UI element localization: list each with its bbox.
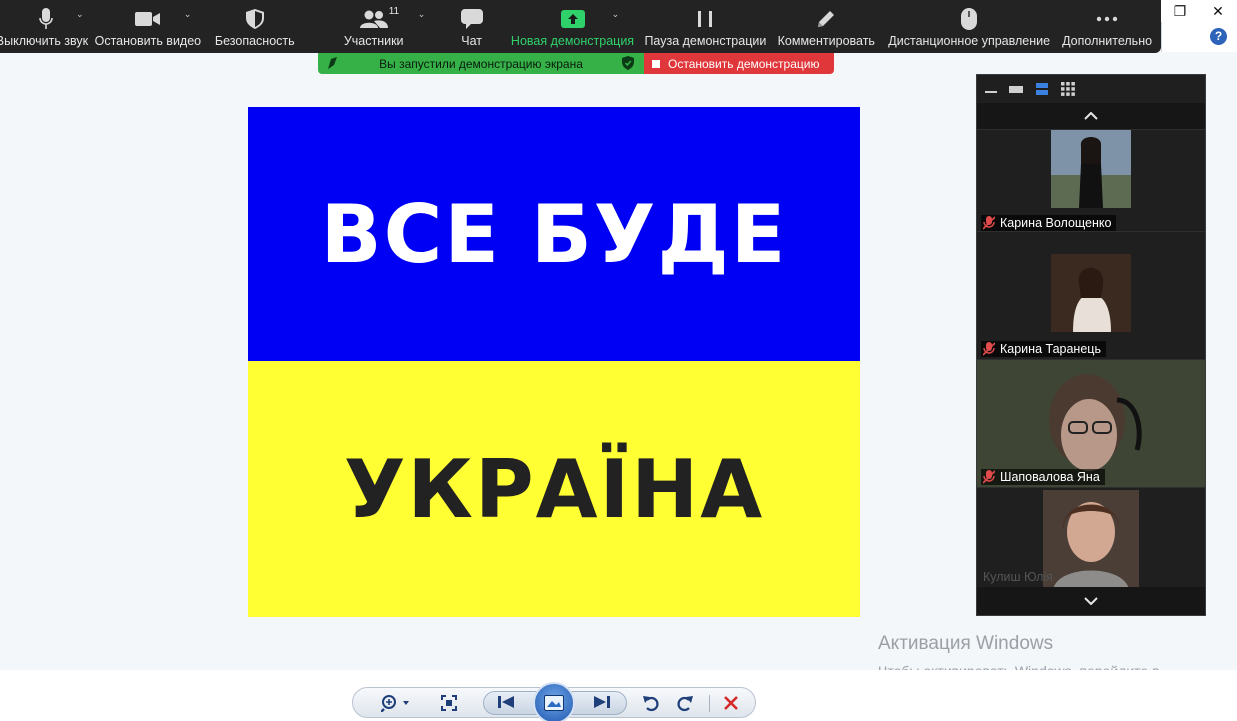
scroll-up-button[interactable] — [977, 103, 1205, 129]
mouse-icon — [961, 8, 978, 30]
participant-webcam — [977, 360, 1205, 487]
delete-x-icon — [724, 696, 738, 710]
skip-next-icon — [594, 696, 610, 708]
sharing-status-banner[interactable]: Вы запустили демонстрацию экрана — [318, 53, 644, 74]
window-toolbar-strip: ? — [1161, 22, 1237, 52]
window-controls: ❐ ✕ — [1161, 0, 1237, 22]
participant-tile[interactable]: Карина Таранець — [977, 231, 1205, 359]
pause-share-button[interactable]: Пауза демонстрации — [643, 0, 767, 53]
slideshow-icon — [544, 695, 564, 711]
participant-tile[interactable]: Карина Волощенко — [977, 129, 1205, 231]
chat-button[interactable]: Чат — [442, 0, 502, 53]
share-screen-icon — [560, 8, 585, 30]
shield-icon — [245, 8, 264, 30]
scroll-down-button[interactable] — [977, 587, 1205, 615]
microphone-icon — [39, 8, 53, 30]
single-view-icon[interactable] — [1009, 83, 1023, 95]
flag-bottom-text: УКРАЇНА — [343, 442, 765, 536]
actual-size-button[interactable] — [441, 695, 457, 711]
more-button[interactable]: Дополнительно — [1053, 0, 1161, 53]
pencil-icon — [816, 8, 836, 30]
chat-bubble-icon — [460, 8, 483, 30]
gallery-view-toolbar — [977, 75, 1205, 103]
shared-image-flag: ВСЕ БУДЕ УКРАЇНА — [248, 107, 860, 617]
annotate-button[interactable]: Комментировать — [767, 0, 885, 53]
mic-muted-icon — [983, 342, 995, 356]
video-gallery-panel: Карина Волощенко Карина Таранець Шаповал… — [976, 74, 1206, 616]
next-image-button[interactable] — [593, 695, 611, 709]
participant-tile[interactable]: Кулиш Юлія — [977, 487, 1205, 590]
help-icon[interactable]: ? — [1210, 28, 1227, 45]
participant-photo — [1051, 254, 1131, 332]
mic-muted-icon — [983, 470, 995, 484]
grid-view-icon[interactable] — [1061, 82, 1075, 96]
stop-square-icon — [652, 59, 660, 68]
rotate-counterclockwise-button[interactable] — [643, 694, 659, 712]
meeting-toolbar: Выключить звук ⌄ Остановить видео ⌄ Безо… — [0, 0, 1161, 53]
close-window-icon[interactable]: ✕ — [1199, 0, 1237, 22]
rotate-left-icon — [643, 696, 659, 712]
zoom-button[interactable] — [381, 694, 411, 712]
participant-name-tag: Кулиш Юлія — [983, 570, 1053, 584]
slideshow-button[interactable] — [533, 682, 575, 721]
mic-muted-icon — [983, 216, 995, 230]
flag-blue-stripe: ВСЕ БУДЕ — [248, 107, 860, 361]
pause-icon — [698, 8, 713, 30]
chevron-down-icon — [1084, 597, 1098, 605]
stop-video-button[interactable]: Остановить видео ⌄ — [92, 0, 204, 53]
toolbar-divider — [709, 695, 710, 712]
previous-image-button[interactable] — [497, 695, 515, 709]
chevron-up-icon — [1084, 112, 1098, 120]
delete-button[interactable] — [723, 695, 739, 711]
participant-name-tag: Карина Таранець — [981, 341, 1106, 357]
skip-previous-icon — [498, 696, 514, 708]
video-options-caret[interactable]: ⌄ — [184, 9, 192, 20]
drag-handle-icon[interactable] — [326, 56, 338, 73]
photo-viewer-controls — [352, 682, 756, 721]
fit-window-icon — [441, 695, 457, 711]
restore-window-icon[interactable]: ❐ — [1161, 0, 1199, 22]
participants-button[interactable]: 11 Участники ⌄ — [306, 0, 442, 53]
participant-photo — [1051, 130, 1131, 208]
flag-top-text: ВСЕ БУДЕ — [320, 187, 788, 281]
new-share-button[interactable]: Новая демонстрация ⌄ — [502, 0, 644, 53]
participant-video — [977, 232, 1205, 359]
participant-name-tag: Шаповалова Яна — [981, 469, 1105, 485]
strip-view-icon[interactable] — [1035, 82, 1049, 96]
rotate-clockwise-button[interactable] — [677, 694, 693, 712]
participants-options-caret[interactable]: ⌄ — [418, 9, 426, 20]
participant-tile[interactable]: Шаповалова Яна — [977, 359, 1205, 487]
mute-button[interactable]: Выключить звук ⌄ — [0, 0, 92, 53]
security-shield-icon — [622, 56, 634, 73]
stop-share-button[interactable]: Остановить демонстрацию — [644, 53, 834, 74]
share-options-caret[interactable]: ⌄ — [612, 9, 620, 20]
mute-options-caret[interactable]: ⌄ — [76, 9, 84, 20]
security-button[interactable]: Безопасность — [204, 0, 306, 53]
minimize-gallery-icon[interactable] — [985, 83, 997, 95]
remote-control-button[interactable]: Дистанционное управление — [885, 0, 1053, 53]
more-dots-icon — [1096, 8, 1118, 30]
participant-name-tag: Карина Волощенко — [981, 215, 1117, 231]
participant-video — [977, 360, 1205, 487]
participants-icon — [359, 8, 388, 30]
camera-icon — [134, 8, 161, 30]
zoom-magnifier-icon — [381, 695, 409, 712]
rotate-right-icon — [677, 696, 693, 712]
flag-yellow-stripe: УКРАЇНА — [248, 361, 860, 617]
